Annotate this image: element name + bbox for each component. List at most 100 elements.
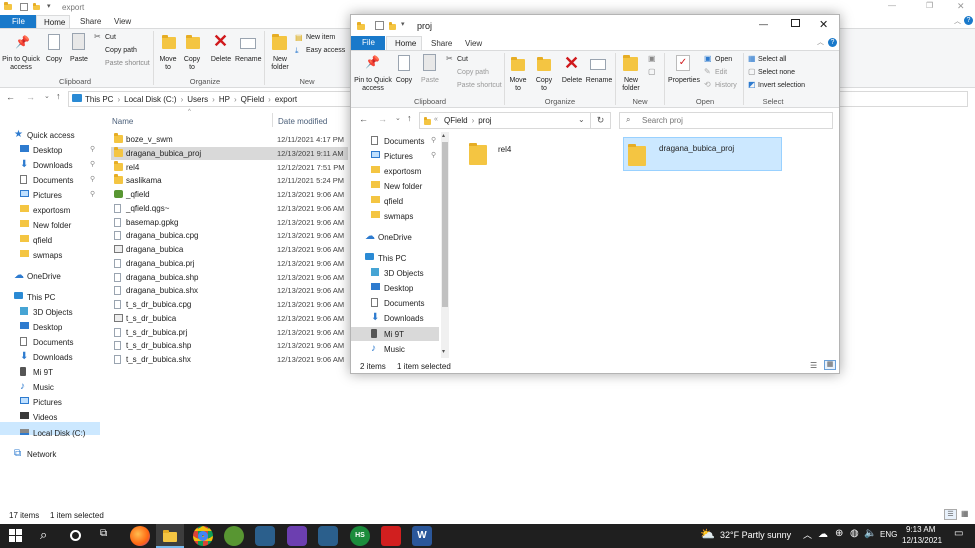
file-row[interactable]: dragana_bubica.cpg 12/13/2021 9:06 AM [111, 229, 348, 242]
front-tab-view[interactable]: View [465, 39, 482, 48]
delete-icon[interactable]: ✕ [213, 31, 228, 52]
pin-icon[interactable]: ⚲ [431, 151, 436, 159]
sidebar-item[interactable]: Documents ⚲ [20, 175, 100, 187]
column-header-name[interactable]: Name [112, 117, 133, 126]
folder-icon[interactable] [389, 22, 396, 30]
content-item[interactable]: rel4 [466, 137, 616, 171]
pin-icon[interactable]: 📌 [365, 55, 380, 69]
cut-button[interactable]: Cut [105, 34, 116, 41]
copy-path-button[interactable]: Copy path [105, 47, 137, 54]
nav-scrollbar[interactable]: ▴ ▾ [441, 132, 449, 358]
hs-icon[interactable]: HS [350, 526, 370, 546]
file-row[interactable]: dragana_bubica.shx 12/13/2021 9:06 AM [111, 284, 348, 297]
delete-button[interactable]: Delete [559, 77, 585, 85]
globe-icon[interactable]: ⊕ [835, 528, 843, 539]
cut-icon[interactable]: ✂ [446, 54, 453, 63]
sidebar-item[interactable]: swmaps [20, 250, 100, 262]
app-icon-3[interactable] [318, 526, 338, 546]
word-icon[interactable]: W [412, 526, 432, 546]
refresh-button[interactable]: ↻ [591, 112, 611, 129]
tray-chevron-icon[interactable]: ︿ [803, 528, 812, 541]
recent-chevron-icon[interactable]: ⌄ [395, 114, 401, 122]
new-folder-button[interactable]: New folder [266, 56, 294, 72]
sidebar-item[interactable]: exportosm [20, 205, 100, 217]
paste-icon[interactable] [72, 33, 85, 50]
sidebar-item[interactable]: swmaps [371, 211, 439, 223]
language-indicator[interactable]: ENG [880, 530, 897, 539]
sidebar-item[interactable]: New folder [20, 220, 100, 232]
minimize-button[interactable]: — [888, 1, 896, 10]
sidebar-item[interactable]: New folder [371, 181, 439, 193]
sidebar-item[interactable]: qfield [20, 235, 100, 247]
checkmark-icon[interactable] [375, 21, 384, 30]
network-icon[interactable]: ◍ [850, 528, 859, 539]
qgis-icon[interactable] [224, 526, 244, 546]
minimize-button[interactable]: — [759, 19, 768, 29]
forward-arrow-icon[interactable]: → [378, 114, 387, 124]
qat-dropdown-icon[interactable]: ▾ [401, 20, 405, 28]
delete-button[interactable]: Delete [208, 56, 234, 64]
chrome-icon[interactable] [193, 526, 213, 546]
paste-button[interactable]: Paste [68, 56, 90, 64]
maximize-button[interactable]: ❐ [926, 1, 933, 10]
properties-button[interactable]: Properties [666, 77, 702, 85]
back-file-tab[interactable]: File [0, 15, 36, 28]
sidebar-item[interactable]: Desktop [20, 322, 100, 334]
open-icon[interactable]: ▣ [704, 54, 712, 63]
file-row[interactable]: t_s_dr_bubica.cpg 12/13/2021 9:06 AM [111, 298, 348, 311]
invert-selection-button[interactable]: Invert selection [758, 82, 805, 89]
sidebar-item[interactable]: ⧉ Network [14, 449, 100, 461]
copy-to-button[interactable]: Copy to [532, 77, 556, 93]
rename-icon[interactable] [240, 38, 256, 49]
copy-to-button[interactable]: Copy to [180, 56, 204, 72]
sidebar-item[interactable]: qfield [371, 196, 439, 208]
pin-icon[interactable]: 📌 [15, 35, 30, 49]
search-input[interactable]: Search proj [642, 116, 683, 125]
qat-dropdown-icon[interactable]: ▾ [47, 2, 51, 10]
pin-icon[interactable]: ⚲ [431, 136, 436, 144]
sidebar-item[interactable]: ★ Quick access [14, 130, 100, 142]
sidebar-item[interactable]: ☁ OneDrive [365, 232, 439, 244]
breadcrumb-item[interactable]: proj [478, 116, 491, 125]
search-icon[interactable]: ⌕ [40, 527, 47, 543]
sidebar-item[interactable]: Local Disk (C:) [20, 428, 100, 440]
front-tab-share[interactable]: Share [431, 39, 452, 48]
history-icon[interactable]: ⟲ [704, 80, 711, 89]
pin-icon[interactable]: ⚲ [90, 175, 95, 183]
select-none-button[interactable]: Select none [758, 69, 795, 76]
task-view-icon[interactable]: ⧉ [100, 528, 107, 539]
forward-arrow-icon[interactable]: → [26, 92, 35, 102]
back-title-bar[interactable]: ▾ export — ❐ ✕ [0, 0, 975, 15]
ribbon-collapse-icon[interactable]: ︿ [817, 37, 824, 47]
file-row[interactable]: t_s_dr_bubica.shp 12/13/2021 9:06 AM [111, 339, 348, 352]
file-row[interactable]: _qfield.qgs~ 12/13/2021 9:06 AM [111, 202, 348, 215]
clock-date[interactable]: 12/13/2021 [902, 536, 942, 545]
easy-access-icon[interactable]: ▢ [648, 67, 656, 76]
sidebar-item[interactable]: ♪ Music [20, 382, 100, 394]
scroll-thumb[interactable] [442, 142, 448, 307]
pin-icon[interactable]: ⚲ [90, 160, 95, 168]
file-row[interactable]: t_s_dr_bubica.prj 12/13/2021 9:06 AM [111, 326, 348, 339]
content-item-selected[interactable]: dragana_bubica_proj [623, 137, 782, 171]
rename-button[interactable]: Rename [235, 56, 261, 64]
sidebar-item[interactable]: ☁ OneDrive [14, 271, 100, 283]
easy-access-button[interactable]: Easy access [306, 47, 345, 54]
volume-icon[interactable]: 🔈 [864, 528, 876, 539]
breadcrumb-item[interactable]: HP [219, 95, 230, 104]
scroll-up-icon[interactable]: ▴ [442, 132, 445, 139]
pin-icon[interactable]: ⚲ [90, 145, 95, 153]
sidebar-item[interactable]: Pictures ⚲ [371, 151, 439, 163]
sidebar-item[interactable]: 3D Objects [20, 307, 100, 319]
copy-path-button[interactable]: Copy path [457, 69, 489, 76]
new-item-icon[interactable]: ▣ [648, 54, 656, 63]
copy-button[interactable]: Copy [44, 56, 64, 64]
file-explorer-icon[interactable] [156, 524, 184, 548]
back-arrow-icon[interactable]: ← [6, 92, 15, 102]
details-view-icon[interactable]: ☰ [944, 509, 957, 520]
sidebar-item[interactable]: Mi 9T [371, 329, 439, 341]
cut-button[interactable]: Cut [457, 56, 468, 63]
edit-icon[interactable]: ✎ [704, 67, 711, 76]
open-button[interactable]: Open [715, 56, 732, 63]
acrobat-icon[interactable] [381, 526, 401, 546]
sidebar-item[interactable]: This PC [14, 292, 100, 304]
